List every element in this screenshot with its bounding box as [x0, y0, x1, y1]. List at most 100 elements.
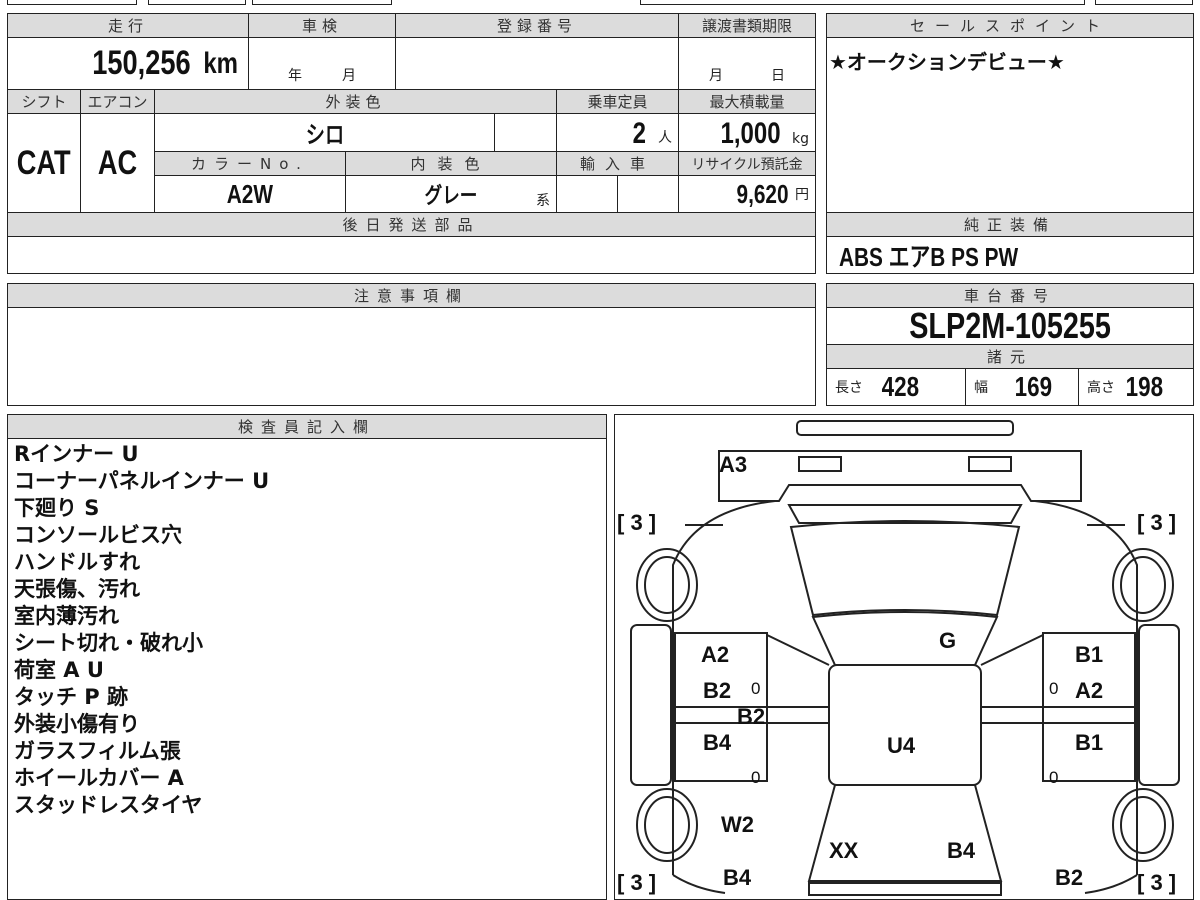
length-cell: 長さ 428 — [826, 368, 966, 406]
shift-cell: CAT — [7, 113, 81, 213]
ext-color-header: 外装色 — [154, 89, 557, 114]
recycle-header: リサイクル預託金 — [678, 151, 816, 176]
transfer-deadline-cell: 月日 — [678, 37, 816, 90]
damage-A2-left: A2 — [701, 642, 730, 667]
shift-header: シフト — [7, 89, 81, 114]
damage-diagram: A3 G A2 B1 B2 A2 B2 B4 U4 B1 W2 XX B4 B4… — [614, 414, 1194, 900]
chassis-cell: SLP2M-105255 — [826, 307, 1194, 345]
aircon-value: AC — [97, 143, 138, 182]
note-item: コーナーパネルインナー U — [14, 469, 270, 493]
damage-G: G — [939, 628, 957, 653]
note-item: 荷室 A U — [14, 658, 104, 682]
damage-XX: XX — [829, 838, 859, 863]
zero-mark: 0 — [751, 768, 761, 787]
top-cell — [7, 0, 137, 5]
damage-B1-right: B1 — [1075, 642, 1104, 667]
int-color-cell: グレー 系 — [345, 175, 557, 213]
capacity-unit: 人 — [658, 130, 672, 146]
note-item: Rインナー U — [14, 442, 139, 466]
recycle-cell: 9,620 円 — [678, 175, 816, 213]
transfer-deadline-header: 譲渡書類期限 — [678, 13, 816, 38]
int-color-suffix: 系 — [536, 193, 550, 209]
caution-header: 注意事項欄 — [7, 283, 816, 308]
tire-depth-rl: [ 3 ] — [617, 870, 657, 895]
aircon-cell: AC — [80, 113, 155, 213]
int-color-header: 内装色 — [345, 151, 557, 176]
tire-depth-rr: [ 3 ] — [1137, 870, 1177, 895]
damage-B1-right2: B1 — [1075, 730, 1104, 755]
note-item: 下廻り S — [14, 496, 100, 520]
inspector-header: 検査員記入欄 — [7, 414, 607, 439]
shift-value: CAT — [17, 143, 71, 182]
inspector-notes: Rインナー U コーナーパネルインナー U 下廻り S コンソールビス穴 ハンド… — [14, 441, 269, 819]
specs-header: 諸元 — [826, 344, 1194, 369]
later-parts-cell — [7, 236, 816, 274]
transfer-month: 月 — [709, 68, 723, 84]
ext-color-extra — [494, 113, 557, 152]
later-parts-header: 後日発送部品 — [7, 212, 816, 237]
max-load-value: 1,000 — [720, 117, 781, 150]
length-label: 長さ — [835, 380, 863, 396]
damage-A2-right: A2 — [1075, 678, 1104, 703]
color-no-value: A2W — [226, 178, 274, 209]
note-item: スタッドレスタイヤ — [14, 793, 203, 817]
chassis-header: 車台番号 — [826, 283, 1194, 308]
color-no-header: カラーNo. — [154, 151, 346, 176]
mileage-unit: km — [202, 46, 238, 80]
ext-color-value: シロ — [305, 122, 344, 149]
transfer-day: 日 — [771, 68, 785, 84]
tire-depth-fr: [ 3 ] — [1137, 510, 1177, 535]
equipment-value: ABS エアB PS PW — [839, 241, 1019, 272]
sale-point-header: セールスポイント — [826, 13, 1194, 38]
equipment-cell: ABS エアB PS PW — [826, 236, 1194, 274]
zero-mark: 0 — [1049, 768, 1059, 787]
max-load-cell: 1,000 kg — [678, 113, 816, 152]
damage-B4-rear: B4 — [947, 838, 976, 863]
note-item: タッチ P 跡 — [14, 685, 129, 709]
damage-B4-left: B4 — [703, 730, 732, 755]
shaken-year: 年 — [288, 68, 302, 84]
tire-depth-fl: [ 3 ] — [617, 510, 657, 535]
damage-B2-left: B2 — [703, 678, 732, 703]
import-cell-2 — [617, 175, 679, 213]
ext-color-cell: シロ — [154, 113, 495, 152]
length-value: 428 — [881, 371, 920, 402]
width-value: 169 — [1014, 371, 1053, 402]
reg-no-header: 登録番号 — [395, 13, 679, 38]
import-cell-1 — [556, 175, 618, 213]
note-item: コンソールビス穴 — [14, 523, 182, 547]
height-cell: 高さ 198 — [1078, 368, 1194, 406]
color-no-cell: A2W — [154, 175, 346, 213]
damage-A3: A3 — [719, 452, 748, 477]
mileage-header: 走行 — [7, 13, 249, 38]
max-load-unit: kg — [792, 131, 809, 147]
width-cell: 幅 169 — [965, 368, 1079, 406]
top-cell — [252, 0, 392, 5]
note-item: ガラスフィルム張 — [14, 739, 181, 763]
zero-mark: 0 — [751, 679, 761, 698]
inspector-cell: Rインナー U コーナーパネルインナー U 下廻り S コンソールビス穴 ハンド… — [7, 438, 607, 900]
note-item: 天張傷、汚れ — [14, 577, 140, 601]
max-load-header: 最大積載量 — [678, 89, 816, 114]
shaken-header: 車検 — [248, 13, 396, 38]
int-color-value: グレー — [424, 183, 478, 208]
note-item: ホイールカバー A — [14, 766, 184, 790]
aircon-header: エアコン — [80, 89, 155, 114]
capacity-cell: 2人 — [556, 113, 679, 152]
shaken-cell: 年月 — [248, 37, 396, 90]
import-header: 輸入車 — [556, 151, 679, 176]
mileage-cell: 150,256 km — [7, 37, 249, 90]
damage-B2-center: B2 — [737, 704, 766, 729]
reg-no-cell — [395, 37, 679, 90]
recycle-unit: 円 — [795, 187, 809, 203]
height-value: 198 — [1125, 371, 1164, 402]
zero-mark: 0 — [1049, 679, 1059, 698]
capacity-value: 2 — [632, 117, 647, 150]
note-item: シート切れ・破れ小 — [14, 631, 203, 655]
sale-point-cell: ★オークションデビュー★ — [826, 37, 1194, 213]
note-item: ハンドルすれ — [14, 550, 140, 574]
note-item: 室内薄汚れ — [14, 604, 119, 628]
damage-B2-bottom: B2 — [1055, 865, 1084, 890]
shaken-month: 月 — [342, 68, 356, 84]
equipment-header: 純正装備 — [826, 212, 1194, 237]
